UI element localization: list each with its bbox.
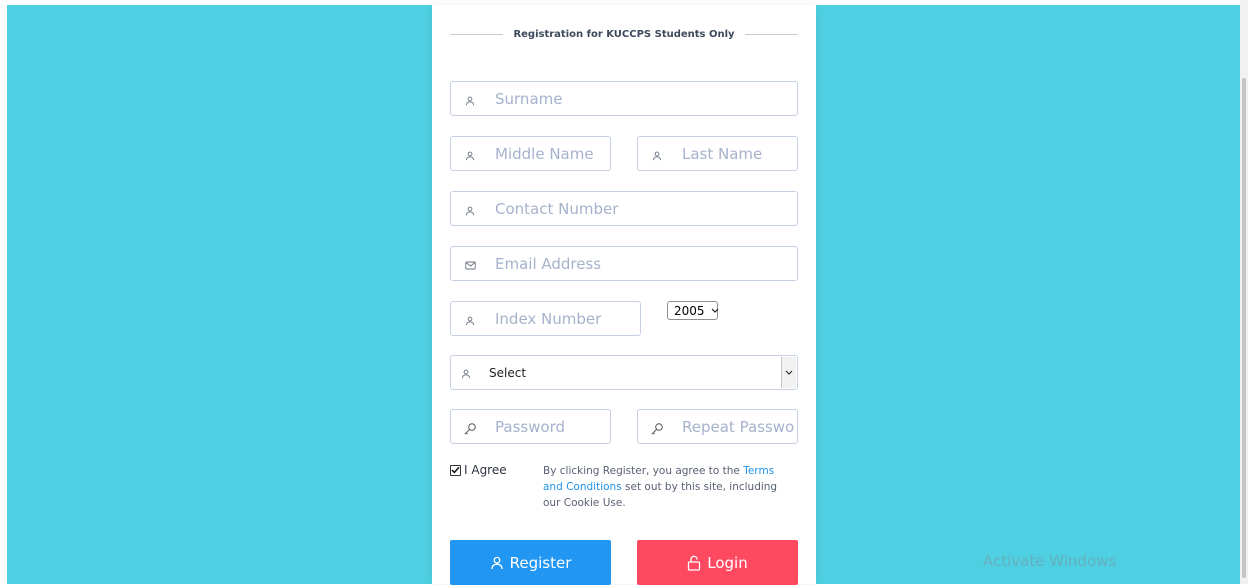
login-button[interactable]: Login bbox=[637, 540, 798, 585]
contact-number-input[interactable] bbox=[485, 192, 797, 225]
last-name-input[interactable] bbox=[672, 137, 797, 170]
middle-name-field[interactable] bbox=[450, 136, 611, 171]
email-field[interactable] bbox=[450, 246, 798, 281]
agree-label: I Agree bbox=[464, 463, 507, 477]
terms-prefix: By clicking Register, you agree to the bbox=[543, 465, 744, 477]
user-icon bbox=[451, 147, 485, 161]
register-button[interactable]: Register bbox=[450, 540, 611, 585]
middle-name-input[interactable] bbox=[485, 137, 610, 170]
email-input[interactable] bbox=[485, 247, 797, 280]
year-select[interactable]: 2005 bbox=[667, 301, 718, 320]
user-icon bbox=[451, 92, 485, 106]
index-number-input[interactable] bbox=[485, 302, 640, 335]
envelope-icon bbox=[451, 257, 485, 270]
user-icon bbox=[451, 366, 479, 379]
register-label: Register bbox=[509, 553, 572, 572]
repeat-password-input[interactable] bbox=[672, 410, 797, 443]
surname-field[interactable] bbox=[450, 81, 798, 116]
divider-right bbox=[744, 33, 798, 35]
user-icon bbox=[451, 202, 485, 216]
index-number-field[interactable] bbox=[450, 301, 641, 336]
surname-input[interactable] bbox=[485, 82, 797, 115]
divider-left bbox=[450, 33, 504, 35]
year-select-value: 2005 bbox=[674, 303, 705, 318]
user-icon bbox=[638, 147, 672, 161]
last-name-field[interactable] bbox=[637, 136, 798, 171]
password-field[interactable] bbox=[450, 409, 611, 444]
repeat-password-field[interactable] bbox=[637, 409, 798, 444]
course-select-value: Select bbox=[489, 365, 527, 380]
terms-text: By clicking Register, you agree to the T… bbox=[543, 463, 793, 511]
form-heading: Registration for KUCCPS Students Only bbox=[513, 28, 735, 40]
course-select[interactable]: Select bbox=[450, 355, 798, 390]
password-input[interactable] bbox=[485, 410, 610, 443]
key-icon bbox=[451, 418, 485, 436]
key-icon bbox=[638, 418, 672, 436]
login-label: Login bbox=[707, 553, 748, 572]
user-icon bbox=[451, 312, 485, 326]
chevron-down-icon bbox=[711, 308, 719, 313]
agree-checkbox[interactable] bbox=[450, 464, 461, 476]
agree-checkbox-row[interactable]: I Agree bbox=[450, 463, 507, 477]
form-heading-row: Registration for KUCCPS Students Only bbox=[450, 27, 798, 41]
user-icon bbox=[490, 556, 504, 570]
registration-card: Registration for KUCCPS Students Only Su… bbox=[432, 5, 816, 585]
scrollbar-thumb[interactable] bbox=[1242, 78, 1246, 578]
chevron-down-icon[interactable] bbox=[781, 357, 796, 388]
activate-windows-watermark: Activate Windows bbox=[983, 552, 1117, 570]
contact-number-field[interactable] bbox=[450, 191, 798, 226]
unlock-icon bbox=[687, 555, 701, 571]
